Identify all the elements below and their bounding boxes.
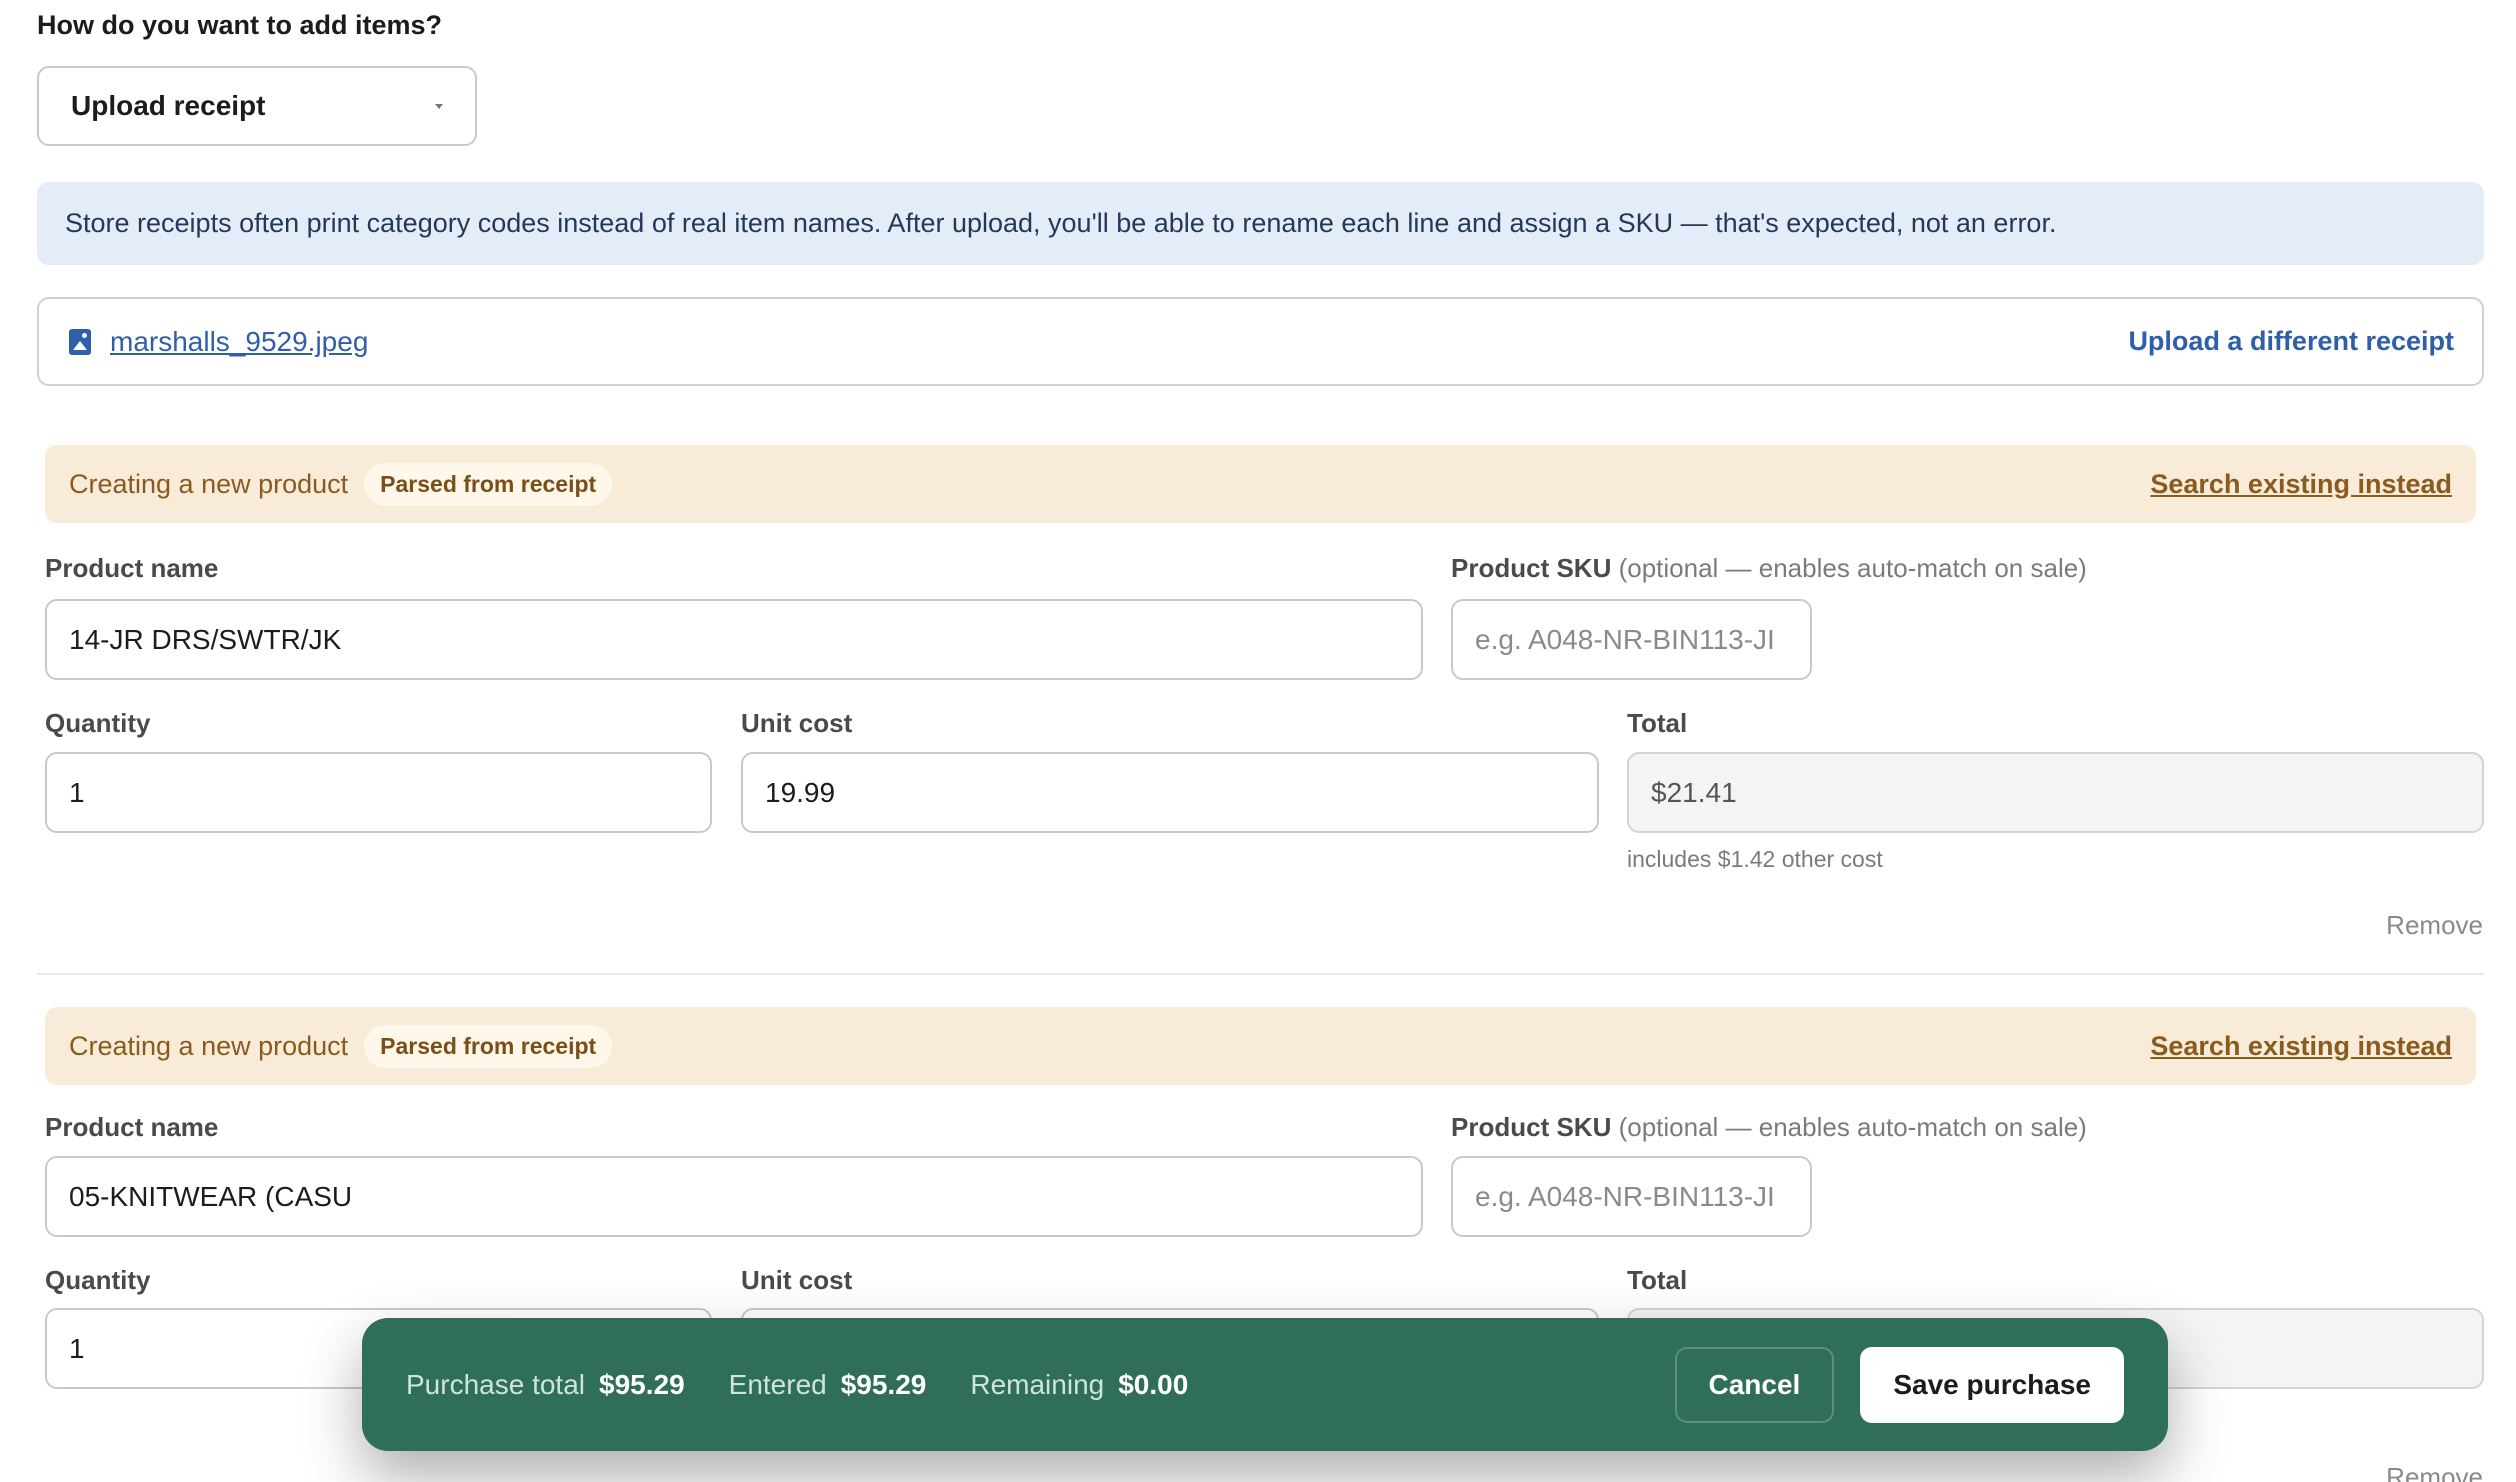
search-existing-link[interactable]: Search existing instead: [2150, 469, 2452, 500]
item-1-total-note: includes $1.42 other cost: [1627, 846, 1883, 872]
uploaded-file-link[interactable]: marshalls_9529.jpeg: [110, 326, 2128, 358]
creating-new-product-label: Creating a new product: [69, 1030, 349, 1061]
product-name-label: Product name: [45, 1112, 219, 1142]
image-file-icon: [69, 328, 91, 355]
upload-different-receipt-button[interactable]: Upload a different receipt: [2128, 326, 2454, 357]
quantity-label: Quantity: [45, 1265, 151, 1295]
entered-label: Entered: [728, 1368, 827, 1400]
product-sku-hint: (optional — enables auto-match on sale): [1618, 553, 2087, 583]
chevron-down-icon: [435, 103, 443, 109]
save-purchase-button[interactable]: Save purchase: [1860, 1346, 2124, 1423]
item-divider: [37, 973, 2484, 975]
item-1-product-name-input[interactable]: 14-JR DRS/SWTR/JK: [45, 599, 1423, 680]
product-sku-label-text: Product SKU: [1451, 553, 1612, 583]
search-existing-link[interactable]: Search existing instead: [2150, 1031, 2452, 1062]
product-sku-label: Product SKU (optional — enables auto-mat…: [1451, 1112, 2087, 1143]
product-sku-label-text: Product SKU: [1451, 1112, 1612, 1142]
remaining-value: $0.00: [1118, 1368, 1189, 1400]
item-2-sku-input[interactable]: e.g. A048-NR-BIN113-JI: [1451, 1156, 1812, 1237]
item-1-status-banner: Creating a new product Parsed from recei…: [45, 445, 2476, 523]
unit-cost-label: Unit cost: [741, 1265, 853, 1295]
total-label: Total: [1627, 1265, 1688, 1295]
creating-new-product-label: Creating a new product: [69, 468, 349, 499]
add-method-value: Upload receipt: [71, 90, 266, 121]
total-label: Total: [1627, 708, 1688, 738]
item-2-remove-button[interactable]: Remove: [2386, 1462, 2483, 1482]
item-1-sku-input[interactable]: e.g. A048-NR-BIN113-JI: [1451, 599, 1812, 680]
purchase-total-label: Purchase total: [406, 1368, 585, 1400]
entered-value: $95.29: [840, 1368, 927, 1400]
receipt-info-banner: Store receipts often print category code…: [37, 182, 2484, 265]
product-sku-label: Product SKU (optional — enables auto-mat…: [1451, 553, 2087, 584]
uploaded-file-row: marshalls_9529.jpeg Upload a different r…: [37, 297, 2484, 386]
item-2-status-banner: Creating a new product Parsed from recei…: [45, 1007, 2476, 1085]
purchase-total-stat: Purchase total $95.29: [406, 1369, 685, 1401]
item-1-unit-cost-input[interactable]: 19.99: [741, 752, 1599, 833]
purchase-summary-bar: Purchase total $95.29 Entered $95.29 Remai…: [362, 1318, 2168, 1451]
receipt-info-text: Store receipts often print category code…: [65, 208, 2057, 238]
parsed-from-receipt-badge: Parsed from receipt: [364, 462, 613, 506]
item-1-quantity-input[interactable]: 1: [45, 752, 712, 833]
purchase-total-value: $95.29: [599, 1368, 685, 1400]
product-name-label: Product name: [45, 553, 219, 583]
entered-stat: Entered $95.29: [729, 1369, 927, 1401]
remaining-stat: Remaining $0.00: [970, 1369, 1188, 1401]
add-method-select[interactable]: Upload receipt: [37, 66, 477, 146]
item-1-total-field: $21.41: [1627, 752, 2484, 833]
product-sku-hint: (optional — enables auto-match on sale): [1618, 1112, 2087, 1142]
quantity-label: Quantity: [45, 708, 151, 738]
unit-cost-label: Unit cost: [741, 708, 853, 738]
parsed-from-receipt-badge: Parsed from receipt: [364, 1024, 613, 1068]
item-2-product-name-input[interactable]: 05-KNITWEAR (CASU: [45, 1156, 1423, 1237]
remaining-label: Remaining: [970, 1368, 1105, 1400]
add-items-question: How do you want to add items?: [37, 10, 442, 40]
item-1-remove-button[interactable]: Remove: [2386, 910, 2483, 941]
cancel-button[interactable]: Cancel: [1674, 1346, 1835, 1423]
